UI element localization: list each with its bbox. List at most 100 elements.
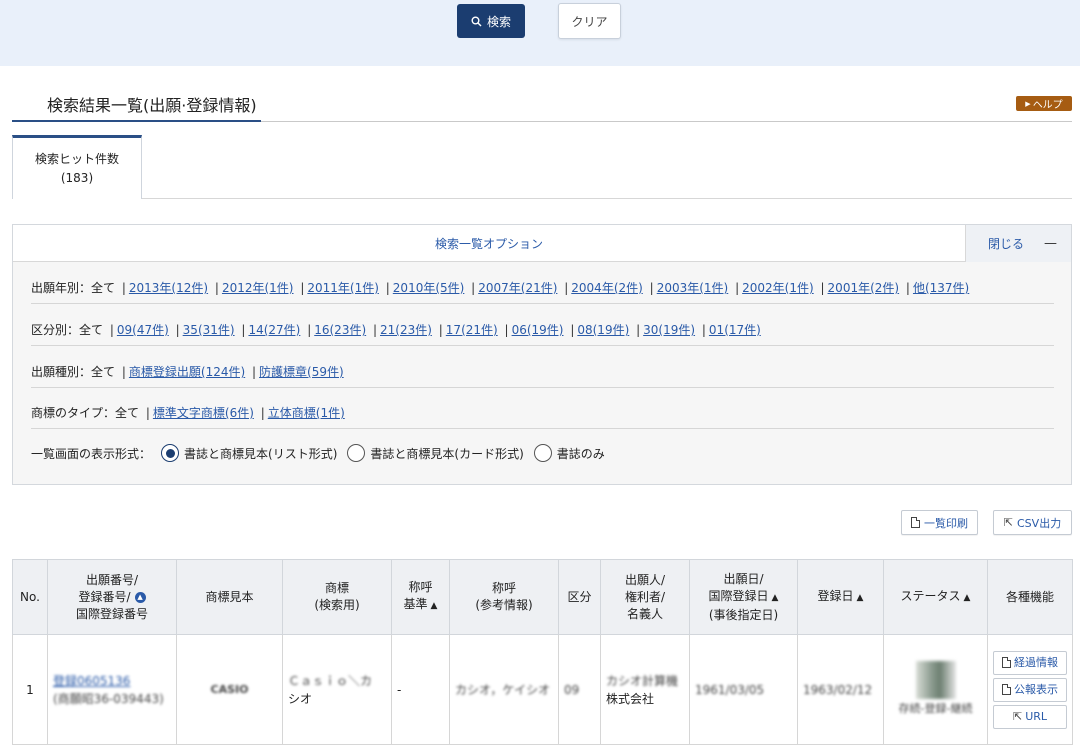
app-type-link[interactable]: 商標登録出願(124件) bbox=[129, 365, 245, 379]
row-call: - bbox=[391, 634, 450, 745]
sort-icon[interactable]: ▲ bbox=[431, 601, 438, 611]
radio-list-format[interactable] bbox=[161, 444, 180, 462]
row-functions: 経過情報 公報表示 ⇱ URL bbox=[987, 634, 1073, 745]
col-reg-date[interactable]: 登録日 ▲ bbox=[797, 559, 884, 635]
radio-card-format[interactable] bbox=[347, 444, 366, 462]
col-app-date[interactable]: 出願日/ 国際登録日 ▲ (事後指定日) bbox=[689, 559, 798, 635]
year-link[interactable]: 2011年(1件) bbox=[307, 281, 379, 295]
year-link[interactable]: 2013年(12件) bbox=[129, 281, 208, 295]
row-number: 登録0605136 (商願昭36-039443) bbox=[47, 634, 177, 745]
radio-biblio-only[interactable] bbox=[533, 444, 552, 462]
divider bbox=[31, 428, 1054, 429]
row-class: 09 bbox=[558, 634, 601, 745]
filter-class: 区分別：全て | 09(47件) | 35(31件) | 14(27件) | 16(23… bbox=[31, 323, 761, 337]
row-no: 1 bbox=[12, 634, 48, 745]
class-link[interactable]: 06(19件) bbox=[512, 323, 564, 337]
history-button-label: 経過情報 bbox=[1014, 655, 1058, 669]
sort-icon[interactable]: ▲ bbox=[857, 593, 864, 603]
col-call-ref: 称呼 (参考情報) bbox=[449, 559, 559, 635]
year-link[interactable]: 2001年(2件) bbox=[828, 281, 900, 295]
page-title: 検索結果一覧(出願·登録情報) bbox=[47, 96, 257, 115]
mark-type-link[interactable]: 標準文字商標(6件) bbox=[153, 406, 254, 420]
radio-biblio-only-label[interactable]: 書誌のみ bbox=[557, 445, 605, 462]
close-label: 閉じる bbox=[988, 237, 1025, 251]
sort-icon[interactable]: ▲ bbox=[772, 593, 779, 603]
row-status: 存続-登録-継続 bbox=[883, 634, 988, 745]
col-ref-line1: 称呼 bbox=[491, 581, 516, 595]
table-row: 1 登録0605136 (商願昭36-039443) CASIO Ｃａｓｉｏ＼カ… bbox=[12, 634, 1073, 745]
filter-class-label: 区分別：全て bbox=[31, 323, 104, 337]
divider bbox=[31, 345, 1054, 346]
mark-type-link[interactable]: 立体商標(1件) bbox=[268, 406, 345, 420]
year-link[interactable]: 2004年(2件) bbox=[571, 281, 643, 295]
sort-icon[interactable]: ▲ bbox=[964, 593, 971, 603]
col-mark-line1: 商標 bbox=[324, 581, 349, 595]
gazette-button[interactable]: 公報表示 bbox=[993, 677, 1067, 702]
tab-label: 検索ヒット件数 bbox=[34, 151, 119, 166]
applicant-name-1: カシオ計算機 bbox=[606, 673, 679, 688]
help-button[interactable]: ▶ ヘルプ bbox=[1016, 96, 1072, 111]
class-link[interactable]: 16(23件) bbox=[314, 323, 366, 337]
results-table: No. 出願番号/ 登録番号/▲ 国際登録番号 商標見本 商標 (検索用) 称呼… bbox=[12, 559, 1073, 745]
filter-app-type-label: 出願種別：全て bbox=[31, 365, 116, 379]
class-link[interactable]: 35(31件) bbox=[183, 323, 235, 337]
print-list-button[interactable]: 一覧印刷 bbox=[901, 510, 978, 535]
year-link[interactable]: 他(137件) bbox=[913, 281, 969, 295]
url-button[interactable]: ⇱ URL bbox=[993, 704, 1067, 729]
filter-app-type: 出願種別：全て | 商標登録出願(124件) | 防護標章(59件) bbox=[31, 365, 344, 379]
year-link[interactable]: 2003年(1件) bbox=[657, 281, 729, 295]
sort-asc-icon[interactable]: ▲ bbox=[134, 591, 146, 603]
search-button[interactable]: 検索 bbox=[457, 4, 525, 38]
class-link[interactable]: 14(27件) bbox=[248, 323, 300, 337]
csv-export-button[interactable]: ⇱ CSV出力 bbox=[993, 510, 1072, 535]
class-link[interactable]: 08(19件) bbox=[577, 323, 629, 337]
divider bbox=[31, 303, 1054, 304]
app-type-link[interactable]: 防護標章(59件) bbox=[259, 365, 344, 379]
class-link[interactable]: 09(47件) bbox=[117, 323, 169, 337]
year-link[interactable]: 2007年(21件) bbox=[478, 281, 557, 295]
history-button[interactable]: 経過情報 bbox=[993, 650, 1067, 675]
document-icon bbox=[911, 517, 920, 528]
options-close-button[interactable]: 閉じる — bbox=[965, 225, 1071, 262]
year-link[interactable]: 2002年(1件) bbox=[742, 281, 814, 295]
filter-mark-type: 商標のタイプ：全て | 標準文字商標(6件) | 立体商標(1件) bbox=[31, 406, 345, 420]
col-app-line2: 権利者/ bbox=[624, 589, 666, 604]
col-reg-label: 登録日 bbox=[817, 588, 854, 603]
col-applicant: 出願人/ 権利者/ 名義人 bbox=[600, 559, 690, 635]
col-ref-line2: (参考情報) bbox=[475, 598, 533, 612]
col-number[interactable]: 出願番号/ 登録番号/▲ 国際登録番号 bbox=[47, 559, 177, 635]
year-link[interactable]: 2010年(5件) bbox=[393, 281, 465, 295]
row-call-ref: カシオ，ケイシオ bbox=[449, 634, 559, 745]
col-call-line2: 基準 bbox=[403, 597, 428, 611]
row-app-date: 1961/03/05 bbox=[689, 634, 798, 745]
document-icon bbox=[1002, 684, 1011, 695]
col-date-line2: 国際登録日 bbox=[708, 588, 769, 603]
document-icon bbox=[1002, 657, 1011, 668]
collapse-icon: — bbox=[1044, 236, 1058, 251]
clear-button[interactable]: クリア bbox=[558, 3, 621, 39]
col-number-line2: 登録番号/ bbox=[78, 589, 131, 604]
options-header: 検索一覧オプション 閉じる — bbox=[13, 225, 1071, 262]
year-link[interactable]: 2012年(1件) bbox=[222, 281, 294, 295]
class-link[interactable]: 01(17件) bbox=[709, 323, 761, 337]
tab-hit-count[interactable]: 検索ヒット件数 (183) bbox=[12, 135, 142, 199]
class-link[interactable]: 21(23件) bbox=[380, 323, 432, 337]
options-title: 検索一覧オプション bbox=[434, 237, 543, 251]
radio-card-format-label[interactable]: 書誌と商標見本(カード形式) bbox=[370, 445, 523, 462]
search-action-bar: 検索 クリア bbox=[0, 0, 1080, 66]
col-number-line1: 出願番号/ bbox=[85, 572, 139, 587]
row-applicant: カシオ計算機 株式会社 bbox=[600, 634, 690, 745]
col-number-line3: 国際登録番号 bbox=[75, 606, 148, 621]
radio-list-format-label[interactable]: 書誌と商標見本(リスト形式) bbox=[184, 445, 337, 462]
col-app-line1: 出願人/ bbox=[624, 572, 666, 587]
csv-export-label: CSV出力 bbox=[1017, 516, 1062, 530]
col-call[interactable]: 称呼 基準 ▲ bbox=[391, 559, 450, 635]
row-mark: Ｃａｓｉｏ＼カ シオ bbox=[282, 634, 392, 745]
registration-link[interactable]: 登録0605136 bbox=[53, 674, 130, 688]
class-link[interactable]: 30(19件) bbox=[643, 323, 695, 337]
search-icon bbox=[471, 16, 482, 26]
row-sample[interactable]: CASIO bbox=[176, 634, 283, 745]
gazette-button-label: 公報表示 bbox=[1014, 682, 1058, 696]
col-status[interactable]: ステータス ▲ bbox=[883, 559, 988, 635]
class-link[interactable]: 17(21件) bbox=[446, 323, 498, 337]
